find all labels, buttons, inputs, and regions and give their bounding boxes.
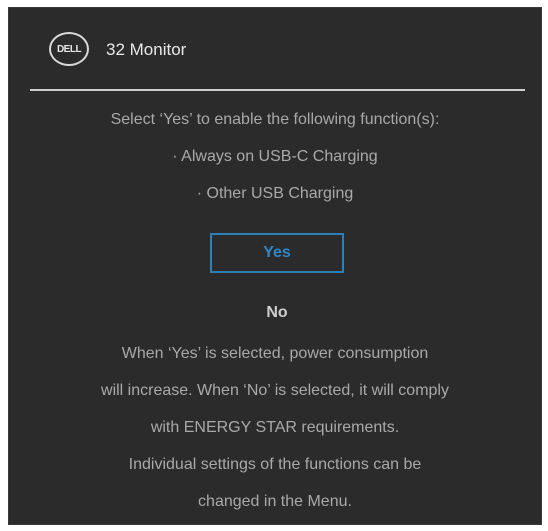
info-line: will increase. When ‘No’ is selected, it… xyxy=(101,382,449,399)
yes-button[interactable]: Yes xyxy=(210,233,344,273)
function-item-usbc: · Always on USB-C Charging xyxy=(172,148,378,165)
function-item-other-usb: · Other USB Charging xyxy=(196,185,354,202)
osd-dialog: DELL 32 Monitor Select ‘Yes’ to enable t… xyxy=(8,7,542,525)
no-button[interactable]: No xyxy=(210,298,344,328)
info-line: changed in the Menu. xyxy=(198,493,352,510)
prompt-text: Select ‘Yes’ to enable the following fun… xyxy=(110,111,440,128)
info-line: Individual settings of the functions can… xyxy=(128,456,422,473)
monitor-title: 32 Monitor xyxy=(106,40,187,59)
header-divider xyxy=(30,89,525,91)
dell-logo: DELL xyxy=(49,32,89,66)
dialog-header: DELL 32 Monitor xyxy=(9,8,541,88)
info-line: with ENERGY STAR requirements. xyxy=(150,419,400,436)
info-line: When ‘Yes’ is selected, power consumptio… xyxy=(121,345,429,362)
